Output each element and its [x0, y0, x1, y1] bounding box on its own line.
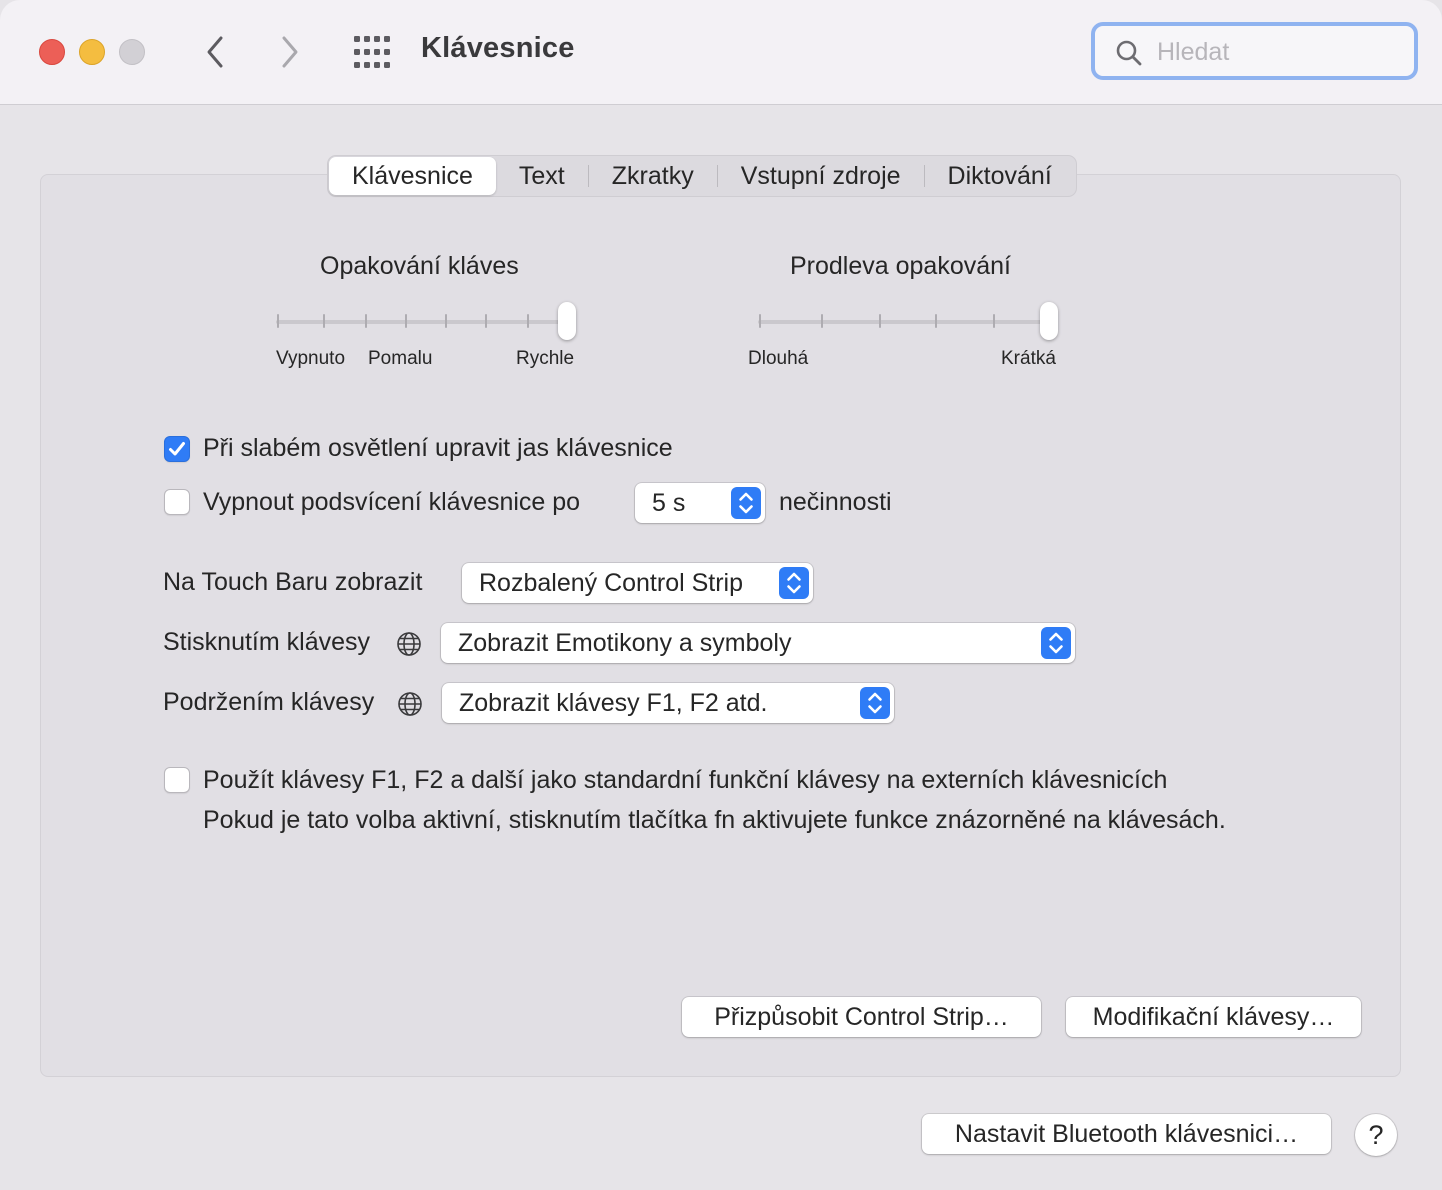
popup-stepper — [731, 487, 761, 519]
repeat-delay-knob[interactable] — [1040, 302, 1058, 340]
backlight-timeout-select[interactable]: 5 s — [635, 483, 765, 523]
show-all-button[interactable] — [352, 34, 392, 70]
adjust-brightness-label: Při slabém osvětlení upravit jas klávesn… — [203, 434, 673, 462]
slider-tick — [445, 314, 447, 328]
chevron-left-icon — [207, 36, 223, 68]
title-bar: Klávesnice — [0, 0, 1442, 105]
press-key-value: Zobrazit Emotikony a symboly — [458, 629, 792, 657]
minimize-button[interactable] — [79, 39, 105, 65]
press-key-label: Stisknutím klávesy — [163, 628, 371, 656]
search-input[interactable] — [1155, 34, 1409, 70]
globe-icon — [397, 632, 421, 656]
chevron-up-down-icon — [787, 572, 801, 594]
tab-keyboard[interactable]: Klávesnice — [329, 157, 496, 195]
repeat-delay-title: Prodleva opakování — [790, 252, 1011, 280]
hold-key-value: Zobrazit klávesy F1, F2 atd. — [459, 689, 768, 717]
touch-bar-select[interactable]: Rozbalený Control Strip — [462, 563, 813, 603]
customize-control-strip-button[interactable]: Přizpůsobit Control Strip… — [682, 997, 1041, 1037]
search-field[interactable] — [1091, 22, 1418, 80]
slider-tick — [759, 314, 761, 328]
back-button[interactable] — [196, 32, 236, 72]
backlight-off-label: Vypnout podsvícení klávesnice po — [203, 488, 581, 516]
forward-button[interactable] — [270, 32, 310, 72]
chevron-up-down-icon — [868, 692, 882, 714]
tab-dictation[interactable]: Diktování — [925, 157, 1075, 195]
chevron-right-icon — [282, 36, 298, 68]
slider-label-slow: Pomalu — [368, 348, 433, 369]
help-button[interactable]: ? — [1355, 1114, 1397, 1156]
slider-tick — [527, 314, 529, 328]
system-preferences-window: Klávesnice Klávesnice Text Zkratky Vstup… — [0, 0, 1442, 1190]
slider-tick — [365, 314, 367, 328]
window-title: Klávesnice — [421, 32, 575, 64]
slider-label-short: Krátká — [1001, 348, 1056, 369]
fn-keys-label: Použít klávesy F1, F2 a další jako stand… — [203, 766, 1168, 794]
slider-tick — [323, 314, 325, 328]
hold-key-select[interactable]: Zobrazit klávesy F1, F2 atd. — [442, 683, 894, 723]
popup-stepper — [779, 567, 809, 599]
key-repeat-knob[interactable] — [558, 302, 576, 340]
slider-tick — [485, 314, 487, 328]
slider-tick — [405, 314, 407, 328]
backlight-off-checkbox[interactable] — [164, 489, 190, 515]
slider-track — [758, 320, 1054, 324]
slider-label-off: Vypnuto — [276, 348, 346, 369]
key-repeat-title: Opakování kláves — [320, 252, 519, 280]
popup-stepper — [860, 687, 890, 719]
slider-tick — [821, 314, 823, 328]
slider-tick — [879, 314, 881, 328]
tab-input-sources[interactable]: Vstupní zdroje — [718, 157, 924, 195]
tab-bar: Klávesnice Text Zkratky Vstupní zdroje D… — [327, 155, 1077, 197]
chevron-up-down-icon — [1049, 632, 1063, 654]
press-key-select[interactable]: Zobrazit Emotikony a symboly — [441, 623, 1075, 663]
slider-label-long: Dlouhá — [748, 348, 809, 369]
slider-tick — [277, 314, 279, 328]
globe-icon — [398, 692, 422, 716]
slider-label-fast: Rychle — [516, 348, 575, 369]
slider-tick — [935, 314, 937, 328]
grid-icon — [354, 36, 390, 68]
backlight-off-suffix: nečinnosti — [779, 488, 892, 516]
close-button[interactable] — [39, 39, 65, 65]
hold-key-label: Podržením klávesy — [163, 688, 375, 716]
tab-text[interactable]: Text — [496, 157, 588, 195]
checkmark-icon — [169, 442, 185, 456]
search-icon — [1116, 40, 1142, 66]
chevron-up-down-icon — [739, 492, 753, 514]
fn-keys-description: Pokud je tato volba aktivní, stisknutím … — [203, 806, 1226, 834]
zoom-button[interactable] — [119, 39, 145, 65]
backlight-timeout-value: 5 s — [652, 489, 686, 517]
popup-stepper — [1041, 627, 1071, 659]
slider-tick — [993, 314, 995, 328]
bluetooth-keyboard-button[interactable]: Nastavit Bluetooth klávesnici… — [922, 1114, 1331, 1154]
fn-keys-checkbox[interactable] — [164, 767, 190, 793]
touch-bar-value: Rozbalený Control Strip — [479, 569, 744, 597]
modifier-keys-button[interactable]: Modifikační klávesy… — [1066, 997, 1361, 1037]
tab-shortcuts[interactable]: Zkratky — [589, 157, 717, 195]
touch-bar-label: Na Touch Baru zobrazit — [163, 568, 423, 596]
adjust-brightness-checkbox[interactable] — [164, 436, 190, 462]
